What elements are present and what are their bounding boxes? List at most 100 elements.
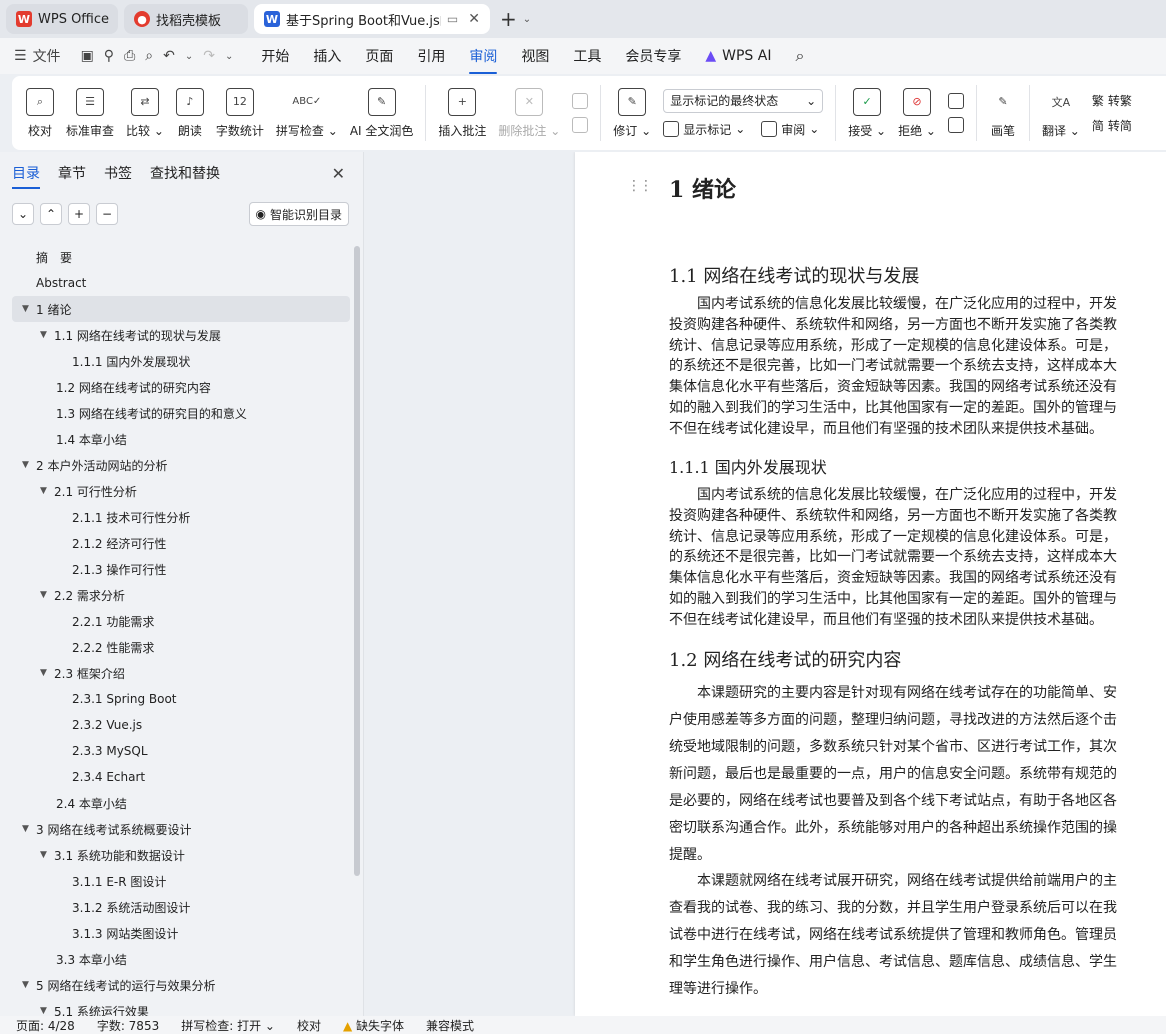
- undo-icon[interactable]: ↶: [163, 48, 175, 64]
- compat-mode-indicator[interactable]: 兼容模式: [426, 1017, 474, 1034]
- proofread-indicator[interactable]: 校对: [297, 1017, 321, 1034]
- caret-down-icon[interactable]: ▼: [40, 668, 54, 678]
- menu-home[interactable]: 开始: [261, 46, 289, 66]
- compare-button[interactable]: ⇄ 比较 ⌄: [120, 81, 170, 145]
- delete-comment-button[interactable]: ✕ 删除批注 ⌄: [492, 81, 566, 145]
- menu-references[interactable]: 引用: [417, 46, 445, 66]
- toc-item[interactable]: 1.2 网络在线考试的研究内容: [0, 374, 352, 400]
- toc-item[interactable]: ▼ 2.2 需求分析: [0, 582, 352, 608]
- toc-item[interactable]: ▼ 2.1 可行性分析: [0, 478, 352, 504]
- caret-down-icon[interactable]: ▼: [40, 850, 54, 860]
- toc-item[interactable]: 1.1.1 国内外发展现状: [0, 348, 352, 374]
- toc-item[interactable]: ▼ 2.3 框架介绍: [0, 660, 352, 686]
- toc-item[interactable]: 2.1.3 操作可行性: [0, 556, 352, 582]
- next-change-icon[interactable]: [947, 117, 964, 133]
- to-simplified-button[interactable]: 简转简: [1092, 117, 1132, 134]
- next-comment-icon[interactable]: [572, 117, 589, 133]
- translate-button[interactable]: 文A 翻译 ⌄: [1036, 81, 1086, 145]
- toc-item[interactable]: 1.3 网络在线考试的研究目的和意义: [0, 400, 352, 426]
- collapse-up-icon[interactable]: ⌃: [40, 203, 62, 225]
- new-tab-plus-icon[interactable]: +: [500, 7, 517, 31]
- redo-icon[interactable]: ↷: [203, 48, 215, 64]
- share-icon[interactable]: ⚲: [104, 48, 114, 64]
- page-indicator[interactable]: 页面: 4/28: [16, 1017, 75, 1034]
- toc-item[interactable]: 2.3.4 Echart: [0, 764, 352, 790]
- caret-down-icon[interactable]: ▼: [40, 330, 54, 340]
- caret-down-icon[interactable]: ▼: [22, 304, 36, 314]
- toc-item[interactable]: Abstract: [0, 270, 352, 296]
- toc-item[interactable]: ▼ 1 绪论: [12, 296, 350, 322]
- toc-item[interactable]: ▼ 1.1 网络在线考试的现状与发展: [0, 322, 352, 348]
- screen-icon[interactable]: ▭: [447, 12, 458, 26]
- tab-wps-office[interactable]: W WPS Office: [6, 4, 118, 34]
- document-page[interactable]: ⋮⋮ 1 绪论 1.1 网络在线考试的现状与发展 国内考试系统的信息化发展比较缓…: [575, 152, 1166, 1016]
- tab-docer-templates[interactable]: ● 找稻壳模板: [124, 4, 248, 34]
- toc-item[interactable]: ▼ 5 网络在线考试的运行与效果分析: [0, 972, 352, 998]
- show-markup-button[interactable]: 显示标记 ⌄: [663, 121, 745, 138]
- menu-review[interactable]: 审阅: [469, 46, 498, 74]
- menu-tools[interactable]: 工具: [573, 46, 601, 66]
- menu-insert[interactable]: 插入: [313, 46, 341, 66]
- spell-check-indicator[interactable]: 拼写检查: 打开 ⌄: [181, 1017, 275, 1034]
- toc-item[interactable]: 3.1.2 系统活动图设计: [0, 894, 352, 920]
- toc-item[interactable]: 1.4 本章小结: [0, 426, 352, 452]
- add-heading-icon[interactable]: +: [68, 203, 90, 225]
- toc-item[interactable]: 3.1.1 E-R 图设计: [0, 868, 352, 894]
- markup-state-select[interactable]: 显示标记的最终状态 ⌄: [663, 88, 824, 113]
- toc-item[interactable]: ▼ 5.1 系统运行效果: [0, 998, 352, 1017]
- caret-down-icon[interactable]: ▼: [40, 1006, 54, 1016]
- caret-down-icon[interactable]: ▼: [22, 824, 36, 834]
- search-icon[interactable]: ⌕: [795, 46, 804, 66]
- toc-item[interactable]: 2.3.2 Vue.js: [0, 712, 352, 738]
- save-icon[interactable]: ▣: [81, 48, 94, 64]
- close-icon[interactable]: ✕: [468, 11, 480, 27]
- toc-item[interactable]: 3.3 本章小结: [0, 946, 352, 972]
- remove-heading-icon[interactable]: −: [96, 203, 118, 225]
- close-icon[interactable]: ✕: [332, 164, 345, 183]
- proofread-button[interactable]: ⌕ 校对: [20, 81, 60, 145]
- read-aloud-button[interactable]: ♪ 朗读: [170, 81, 210, 145]
- toc-item[interactable]: 2.1.2 经济可行性: [0, 530, 352, 556]
- reject-button[interactable]: ⊘ 拒绝 ⌄: [892, 81, 942, 145]
- print-preview-icon[interactable]: ⌕: [145, 48, 153, 64]
- spell-check-button[interactable]: ABC✓ 拼写检查 ⌄: [270, 81, 344, 145]
- toc-item[interactable]: ▼ 3 网络在线考试系统概要设计: [0, 816, 352, 842]
- tab-current-document[interactable]: W 基于Spring Boot和Vue.js的网 ▭ ✕: [254, 4, 490, 34]
- tab-chapters[interactable]: 章节: [58, 163, 86, 183]
- toc-item[interactable]: 2.3.3 MySQL: [0, 738, 352, 764]
- file-menu[interactable]: 文件: [33, 46, 61, 66]
- chevron-down-icon[interactable]: ⌄: [523, 14, 531, 25]
- toc-item[interactable]: 摘 要: [0, 244, 352, 270]
- to-traditional-button[interactable]: 繁转繁: [1092, 92, 1132, 109]
- toc-item[interactable]: 2.3.1 Spring Boot: [0, 686, 352, 712]
- tab-find-replace[interactable]: 查找和替换: [150, 163, 220, 183]
- undo-dropdown-icon[interactable]: ⌄: [185, 51, 193, 62]
- caret-down-icon[interactable]: ▼: [22, 460, 36, 470]
- word-count-button[interactable]: 12 字数统计: [210, 81, 270, 145]
- toc-item[interactable]: ▼ 3.1 系统功能和数据设计: [0, 842, 352, 868]
- insert-comment-button[interactable]: + 插入批注: [432, 81, 492, 145]
- toc-item[interactable]: 2.1.1 技术可行性分析: [0, 504, 352, 530]
- toc-item[interactable]: ▼ 2 本户外活动网站的分析: [0, 452, 352, 478]
- caret-down-icon[interactable]: ▼: [40, 486, 54, 496]
- track-changes-button[interactable]: ✎ 修订 ⌄: [607, 81, 657, 145]
- menu-member[interactable]: 会员专享: [625, 46, 681, 66]
- word-count-indicator[interactable]: 字数: 7853: [97, 1017, 159, 1034]
- toc-scrollbar[interactable]: [354, 246, 360, 876]
- hamburger-menu-icon[interactable]: ☰: [14, 48, 27, 64]
- toc-item[interactable]: 2.2.2 性能需求: [0, 634, 352, 660]
- previous-comment-icon[interactable]: [572, 93, 589, 109]
- drag-handle-icon[interactable]: ⋮⋮: [627, 178, 653, 194]
- standard-review-button[interactable]: ☰ 标准审查: [60, 81, 120, 145]
- toc-item[interactable]: 2.2.1 功能需求: [0, 608, 352, 634]
- previous-change-icon[interactable]: [947, 93, 964, 109]
- review-pane-button[interactable]: 审阅 ⌄: [761, 121, 819, 138]
- menu-page[interactable]: 页面: [365, 46, 393, 66]
- caret-down-icon[interactable]: ▼: [40, 590, 54, 600]
- toc-item[interactable]: 2.4 本章小结: [0, 790, 352, 816]
- ai-polish-button[interactable]: ✎ AI 全文润色: [344, 81, 420, 145]
- more-dropdown-icon[interactable]: ⌄: [225, 51, 233, 62]
- print-icon[interactable]: ⎙: [124, 48, 135, 64]
- accept-button[interactable]: ✓ 接受 ⌄: [842, 81, 892, 145]
- caret-down-icon[interactable]: ▼: [22, 980, 36, 990]
